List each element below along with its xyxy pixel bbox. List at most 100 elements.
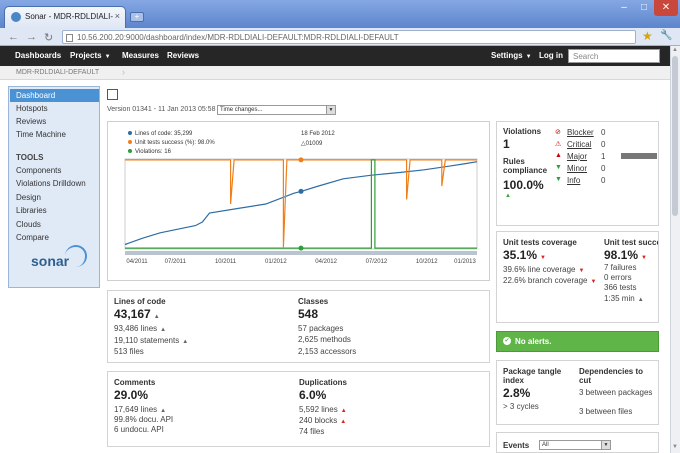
check-icon: ✔ <box>503 337 511 345</box>
violations-count[interactable]: 1 <box>503 137 510 151</box>
sonar-favicon-icon <box>11 12 21 22</box>
scrollbar-thumb[interactable] <box>672 56 678 216</box>
browser-tab[interactable]: Sonar - MDR-RDLDIALI-... × <box>4 6 126 28</box>
x-tick-label: 04/2012 <box>315 259 337 265</box>
address-url: 10.56.200.20:9000/dashboard/index/MDR-RD… <box>77 33 399 42</box>
events-select-value: All <box>542 442 549 448</box>
unit-tests-value-text: 98.1% <box>604 248 639 262</box>
tangle-value[interactable]: 2.8% <box>503 386 530 400</box>
nav-measures[interactable]: Measures <box>122 51 159 60</box>
sidebar-item-reviews[interactable]: Reviews <box>16 117 46 126</box>
sidebar-item-design[interactable]: Design <box>16 193 41 202</box>
comments-lines: 17,649 lines ▲ <box>114 405 166 414</box>
loc-statements-text: 19,110 statements <box>114 336 180 345</box>
print-icon[interactable] <box>107 89 118 100</box>
sidebar-item-violations-drilldown[interactable]: Violations Drilldown <box>16 179 86 188</box>
time-changes-select[interactable]: Time changes... ▼ <box>217 105 336 115</box>
chevron-down-icon: ▼ <box>601 441 610 449</box>
duplications-lines-text: 5,592 lines <box>299 405 338 414</box>
rules-compliance-title: Rules compliance <box>503 157 548 175</box>
sidebar-item-dashboard[interactable]: Dashboard <box>10 89 99 102</box>
severity-info-link[interactable]: Info <box>567 176 580 185</box>
series-point-2[interactable] <box>298 245 304 251</box>
time-trend-icon: ▲ <box>637 297 644 303</box>
coverage-value[interactable]: 35.1% ▼ <box>503 248 546 262</box>
sidebar-item-clouds[interactable]: Clouds <box>16 220 41 229</box>
chevron-down-icon: ▼ <box>525 54 532 60</box>
page-icon <box>66 34 73 42</box>
x-tick-label: 07/2011 <box>165 259 187 265</box>
events-select[interactable]: All ▼ <box>539 440 611 450</box>
minimize-button[interactable]: – <box>614 0 634 16</box>
sidebar-item-components[interactable]: Components <box>16 166 61 175</box>
unit-tests-failures: 7 failures <box>604 263 637 272</box>
search-input[interactable]: Search <box>568 49 660 63</box>
branch-coverage-text: 22.6% branch coverage <box>503 276 588 285</box>
address-bar[interactable]: 10.56.200.20:9000/dashboard/index/MDR-RD… <box>62 30 636 44</box>
back-arrow-icon[interactable]: ← <box>8 31 19 43</box>
reload-icon[interactable]: ↻ <box>44 31 53 44</box>
nav-settings[interactable]: Settings ▼ <box>491 51 532 60</box>
tests-widget: Unit tests coverage 35.1% ▼ 39.6% line co… <box>496 231 659 323</box>
unit-tests-errors: 0 errors <box>604 273 632 282</box>
legend-marker <box>128 140 132 144</box>
x-tick-label: 01/2012 <box>265 259 287 265</box>
sidebar-item-compare[interactable]: Compare <box>16 233 49 242</box>
sidebar-item-hotspots[interactable]: Hotspots <box>16 104 48 113</box>
duplications-value[interactable]: 6.0% <box>299 388 326 402</box>
duplications-lines: 5,592 lines ▲ <box>299 405 347 414</box>
series-point-1[interactable] <box>298 157 304 163</box>
x-tick-label: 04/2011 <box>126 259 148 265</box>
rules-compliance-value: 100.0% <box>503 178 544 192</box>
severity-critical-link[interactable]: Critical <box>567 140 591 149</box>
branch-coverage-trend-icon: ▼ <box>590 279 597 285</box>
chevron-down-icon: ▼ <box>104 54 111 60</box>
tangle-cycles: > 3 cycles <box>503 402 539 411</box>
loc-value[interactable]: 43,167 ▲ <box>114 307 160 321</box>
maximize-button[interactable]: □ <box>634 0 654 16</box>
forward-arrow-icon[interactable]: → <box>26 31 37 43</box>
alerts-text: No alerts. <box>515 337 552 346</box>
x-tick-label: 01/2013 <box>454 259 476 265</box>
scroll-up-icon[interactable]: ▲ <box>672 47 678 53</box>
loc-lines: 93,486 lines ▲ <box>114 324 166 333</box>
severity-major-link[interactable]: Major <box>567 152 587 161</box>
tab-close-icon[interactable]: × <box>115 11 120 21</box>
violations-widget: Violations 1 Rules compliance 100.0% ▲ ⊘… <box>496 121 659 226</box>
unit-tests-value[interactable]: 98.1% ▼ <box>604 248 647 262</box>
close-window-button[interactable]: ✕ <box>654 0 678 16</box>
x-tick-label: 07/2012 <box>366 259 388 265</box>
severity-blocker-link[interactable]: Blocker <box>567 128 594 137</box>
sidebar-item-time-machine[interactable]: Time Machine <box>16 130 66 139</box>
series-line-1[interactable] <box>125 159 477 248</box>
size-widget: Lines of code 43,167 ▲ 93,486 lines ▲ 19,1… <box>107 290 490 363</box>
new-tab-button[interactable]: + <box>130 12 144 22</box>
info-severity-icon: ▼ <box>555 176 562 183</box>
classes-title: Classes <box>298 297 329 306</box>
wrench-menu-icon[interactable]: 🔧 <box>660 30 672 41</box>
nav-projects[interactable]: Projects ▼ <box>70 51 111 60</box>
series-line-0[interactable] <box>124 161 478 246</box>
classes-methods: 2,625 methods <box>298 335 351 344</box>
nav-login[interactable]: Log in <box>539 51 563 60</box>
series-point-0[interactable] <box>298 188 304 194</box>
comments-docu-api: 99.8% docu. API <box>114 415 174 424</box>
line-coverage-text: 39.6% line coverage <box>503 265 576 274</box>
dependencies-title: Dependencies to cut <box>579 367 644 385</box>
severity-minor-count: 0 <box>601 164 606 173</box>
series-line-2[interactable] <box>125 159 477 249</box>
breadcrumb-project[interactable]: MDR-RDLDIALI-DEFAULT <box>16 69 99 76</box>
comments-lines-text: 17,649 lines <box>114 405 158 414</box>
comments-value[interactable]: 29.0% <box>114 388 148 402</box>
x-tick-label: 10/2011 <box>215 259 237 265</box>
nav-reviews[interactable]: Reviews <box>167 51 199 60</box>
severity-minor-link[interactable]: Minor <box>567 164 587 173</box>
comments-undocu-api: 6 undocu. API <box>114 425 164 434</box>
nav-dashboards[interactable]: Dashboards <box>15 51 61 60</box>
classes-value[interactable]: 548 <box>298 307 318 321</box>
sidebar-item-libraries[interactable]: Libraries <box>16 206 47 215</box>
duplications-blocks-trend-icon: ▲ <box>340 419 347 425</box>
legend-marker <box>128 149 132 153</box>
scroll-down-icon[interactable]: ▼ <box>672 444 678 450</box>
bookmark-star-icon[interactable]: ★ <box>642 29 653 43</box>
